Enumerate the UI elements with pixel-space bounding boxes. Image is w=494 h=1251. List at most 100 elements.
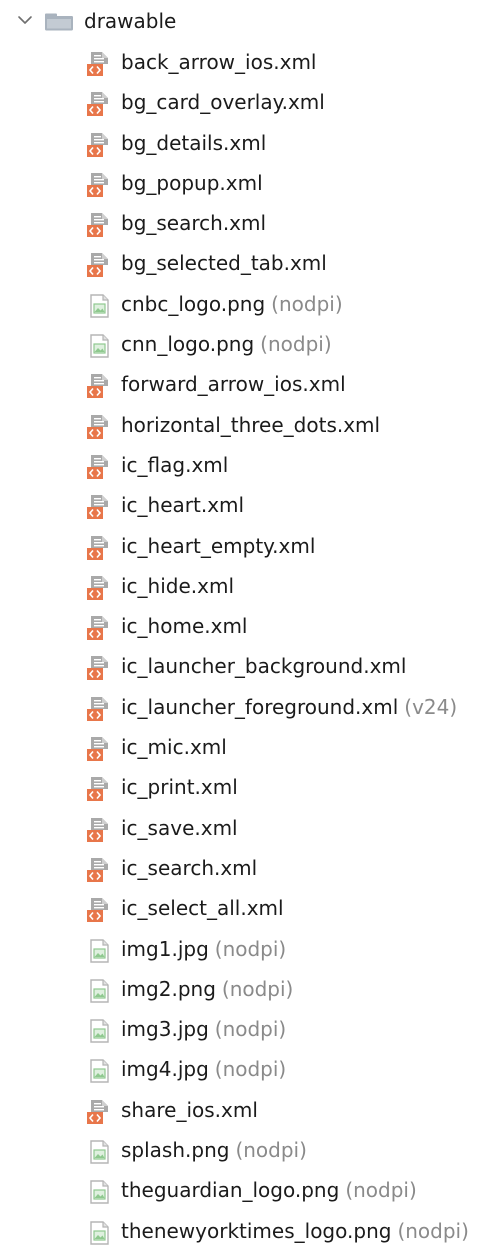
file-name: bg_selected_tab.xml — [121, 251, 327, 276]
image-file-icon — [86, 1179, 112, 1205]
file-row[interactable]: bg_search.xml — [0, 203, 494, 243]
project-tree: drawable back_arrow_ios.xml bg_card_overl… — [0, 0, 494, 1251]
file-label: bg_search.xml — [121, 210, 266, 236]
xml-file-icon — [86, 535, 112, 561]
file-row[interactable]: bg_details.xml — [0, 123, 494, 163]
file-row[interactable]: thenewyorktimes_logo.png (nodpi) — [0, 1211, 494, 1251]
file-label: horizontal_three_dots.xml — [121, 412, 380, 438]
file-name: horizontal_three_dots.xml — [121, 412, 381, 437]
image-file-icon — [86, 938, 112, 964]
resource-qualifier: (nodpi) — [214, 936, 287, 961]
file-label: cnbc_logo.png (nodpi) — [121, 291, 343, 317]
xml-file-icon — [86, 91, 112, 117]
xml-file-icon — [86, 575, 112, 601]
file-name: back_arrow_ios.xml — [121, 50, 317, 74]
file-name: img1.jpg — [121, 936, 209, 961]
file-name: img4.jpg — [121, 1057, 209, 1082]
xml-file-icon — [86, 817, 112, 843]
resource-qualifier: (nodpi) — [397, 1218, 469, 1243]
file-name: ic_hide.xml — [121, 573, 235, 598]
file-label: bg_popup.xml — [121, 170, 263, 196]
file-row[interactable]: back_arrow_ios.xml — [0, 42, 494, 82]
xml-file-icon — [86, 252, 112, 278]
file-label: ic_print.xml — [121, 774, 238, 800]
file-row[interactable]: bg_popup.xml — [0, 163, 494, 203]
file-row[interactable]: ic_print.xml — [0, 767, 494, 807]
file-row[interactable]: horizontal_three_dots.xml — [0, 405, 494, 445]
xml-file-icon — [86, 897, 112, 923]
file-label: ic_select_all.xml — [121, 895, 284, 921]
file-name: share_ios.xml — [121, 1097, 258, 1122]
file-name: ic_select_all.xml — [121, 896, 284, 921]
xml-file-icon — [86, 132, 112, 158]
file-label: ic_launcher_foreground.xml (v24) — [121, 694, 457, 720]
file-label: ic_save.xml — [121, 815, 238, 841]
file-row[interactable]: theguardian_logo.png (nodpi) — [0, 1170, 494, 1210]
file-row[interactable]: ic_mic.xml — [0, 727, 494, 767]
file-label: theguardian_logo.png (nodpi) — [121, 1177, 417, 1203]
resource-qualifier: (nodpi) — [235, 1138, 307, 1163]
resource-qualifier: (nodpi) — [345, 1178, 417, 1203]
file-label: img1.jpg (nodpi) — [121, 936, 286, 962]
file-row[interactable]: img3.jpg (nodpi) — [0, 1009, 494, 1049]
file-row[interactable]: ic_heart_empty.xml — [0, 526, 494, 566]
file-row[interactable]: ic_launcher_foreground.xml (v24) — [0, 687, 494, 727]
file-row[interactable]: cnn_logo.png (nodpi) — [0, 324, 494, 364]
xml-file-icon — [86, 494, 112, 520]
file-row[interactable]: splash.png (nodpi) — [0, 1130, 494, 1170]
file-row[interactable]: ic_heart.xml — [0, 485, 494, 525]
file-label: ic_heart.xml — [121, 492, 244, 518]
file-name: ic_launcher_background.xml — [121, 654, 407, 679]
file-row[interactable]: img1.jpg (nodpi) — [0, 929, 494, 969]
file-row[interactable]: ic_search.xml — [0, 848, 494, 888]
file-name: bg_search.xml — [121, 211, 267, 236]
file-row[interactable]: cnbc_logo.png (nodpi) — [0, 284, 494, 324]
chevron-down-icon[interactable] — [16, 11, 34, 29]
xml-file-icon — [86, 51, 112, 77]
xml-file-icon — [86, 776, 112, 802]
resource-qualifier: (v24) — [404, 694, 458, 719]
file-row[interactable]: ic_flag.xml — [0, 445, 494, 485]
file-row[interactable]: ic_select_all.xml — [0, 888, 494, 928]
xml-file-icon — [86, 857, 112, 883]
file-name: ic_launcher_foreground.xml — [121, 694, 399, 719]
xml-file-icon — [86, 373, 112, 399]
file-row[interactable]: bg_selected_tab.xml — [0, 243, 494, 283]
file-name: ic_search.xml — [121, 855, 258, 880]
file-name: bg_card_overlay.xml — [121, 90, 325, 115]
file-label: splash.png (nodpi) — [121, 1137, 307, 1163]
file-label: ic_flag.xml — [121, 452, 228, 478]
file-name: cnbc_logo.png — [121, 291, 266, 316]
file-label: img2.png (nodpi) — [121, 976, 293, 1002]
image-file-icon — [86, 1058, 112, 1084]
file-row[interactable]: ic_hide.xml — [0, 566, 494, 606]
file-row[interactable]: forward_arrow_ios.xml — [0, 364, 494, 404]
file-row[interactable]: share_ios.xml — [0, 1090, 494, 1130]
file-label: bg_card_overlay.xml — [121, 89, 325, 115]
image-file-icon — [86, 1139, 112, 1165]
file-row[interactable]: ic_home.xml — [0, 606, 494, 646]
file-row[interactable]: ic_launcher_background.xml — [0, 646, 494, 686]
file-name: splash.png — [121, 1138, 230, 1163]
image-file-icon — [86, 1220, 112, 1246]
file-name: ic_save.xml — [121, 815, 238, 840]
xml-file-icon — [86, 454, 112, 480]
file-name: ic_home.xml — [121, 614, 248, 639]
file-label: cnn_logo.png (nodpi) — [121, 331, 332, 357]
file-row[interactable]: img4.jpg (nodpi) — [0, 1049, 494, 1089]
file-name: img3.jpg — [121, 1017, 209, 1042]
image-file-icon — [86, 978, 112, 1004]
file-label: thenewyorktimes_logo.png (nodpi) — [121, 1218, 469, 1244]
folder-row-drawable[interactable]: drawable — [0, 0, 494, 42]
file-row[interactable]: ic_save.xml — [0, 808, 494, 848]
file-name: forward_arrow_ios.xml — [121, 372, 346, 397]
xml-file-icon — [86, 736, 112, 762]
file-name: ic_heart_empty.xml — [121, 533, 316, 558]
image-file-icon — [86, 333, 112, 359]
file-row[interactable]: img2.png (nodpi) — [0, 969, 494, 1009]
file-row[interactable]: bg_card_overlay.xml — [0, 82, 494, 122]
file-label: ic_hide.xml — [121, 573, 234, 599]
file-label: bg_details.xml — [121, 130, 266, 156]
file-label: ic_heart_empty.xml — [121, 533, 315, 559]
file-name: img2.png — [121, 976, 216, 1001]
